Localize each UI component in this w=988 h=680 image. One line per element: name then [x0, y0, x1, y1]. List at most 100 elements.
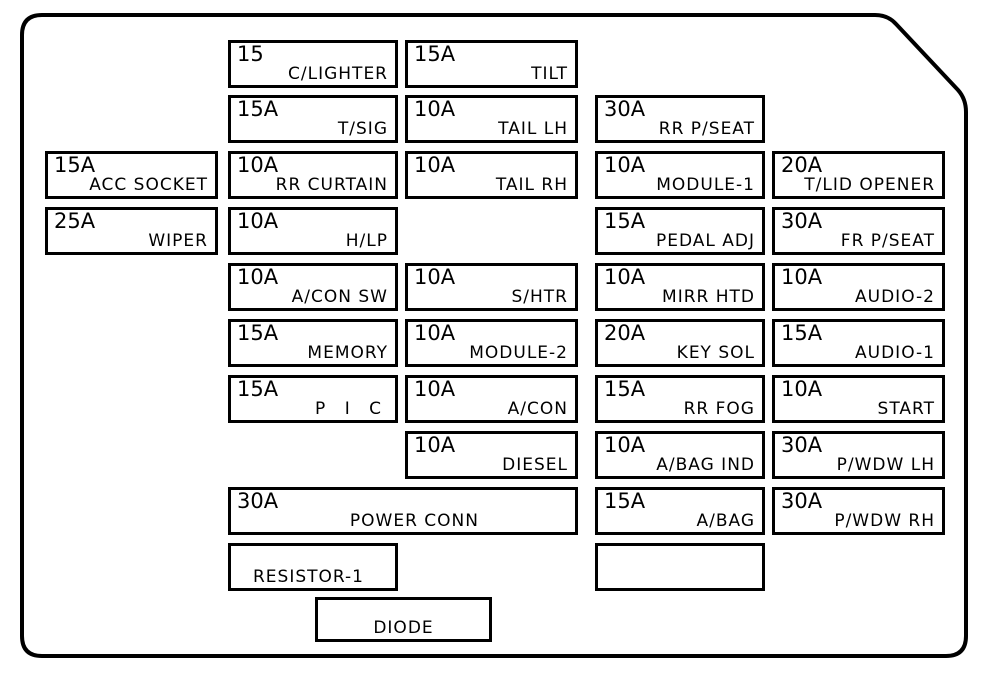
fuse-circuit-label: H/LP [345, 231, 388, 251]
fuse-circuit-label: WIPER [148, 231, 208, 251]
fuse-slot-rr-curtain[interactable]: 10A RR CURTAIN [228, 151, 398, 199]
fuse-amp-rating: 10A [414, 97, 456, 121]
fuse-slot-t-sig[interactable]: 15A T/SIG [228, 95, 398, 143]
fuse-slot-fr-p-seat[interactable]: 30A FR P/SEAT [772, 207, 945, 255]
fuse-slot-t-lid-opener[interactable]: 20A T/LID OPENER [772, 151, 945, 199]
fuse-amp-rating: 10A [414, 321, 456, 345]
fuse-slot-s-htr[interactable]: 10A S/HTR [405, 263, 578, 311]
fuse-slot-a-con[interactable]: 10A A/CON [405, 375, 578, 423]
fuse-amp-rating: 15A [237, 377, 279, 401]
fuse-amp-rating: 10A [604, 265, 646, 289]
fuse-amp-rating: 15 [237, 42, 264, 66]
fuse-slot-p-wdw-lh[interactable]: 30A P/WDW LH [772, 431, 945, 479]
fuse-slot-tilt[interactable]: 15A TILT [405, 40, 578, 88]
fuse-amp-rating: 15A [414, 42, 456, 66]
fuse-amp-rating: 15A [604, 377, 646, 401]
fuse-circuit-label: MIRR HTD [662, 287, 755, 307]
fuse-amp-rating: 10A [604, 153, 646, 177]
fuse-circuit-label: C/LIGHTER [288, 64, 388, 84]
fuse-circuit-label: POWER CONN [349, 511, 479, 531]
fuse-slot-start[interactable]: 10A START [772, 375, 945, 423]
fuse-circuit-label: ACC SOCKET [89, 175, 208, 195]
fuse-circuit-label: A/CON SW [291, 287, 388, 307]
fuse-amp-rating: 10A [414, 265, 456, 289]
fuse-amp-rating: 20A [781, 153, 823, 177]
fuse-circuit-label: KEY SOL [676, 343, 755, 363]
fuse-circuit-label: RR CURTAIN [275, 175, 388, 195]
fuse-circuit-label: TAIL RH [495, 175, 568, 195]
fuse-slot-tail-rh[interactable]: 10A TAIL RH [405, 151, 578, 199]
fuse-slot-diode[interactable]: DIODE [315, 597, 492, 642]
fuse-circuit-label: T/LID OPENER [804, 175, 935, 195]
fuse-circuit-label: A/BAG IND [656, 455, 755, 475]
fuse-slot-diesel[interactable]: 10A DIESEL [405, 431, 578, 479]
fuse-slot-c-lighter[interactable]: 15 C/LIGHTER [228, 40, 398, 88]
fuse-circuit-label: A/CON [507, 399, 568, 419]
fuse-slot-tail-lh[interactable]: 10A TAIL LH [405, 95, 578, 143]
fuse-amp-rating: 15A [781, 321, 823, 345]
fuse-amp-rating: 15A [54, 153, 96, 177]
fuse-amp-rating: 10A [414, 153, 456, 177]
fuse-slot-a-con-sw[interactable]: 10A A/CON SW [228, 263, 398, 311]
fuse-box-panel: 15 C/LIGHTER 15A TILT 15A T/SIG 10A TAIL LH 30A R… [0, 0, 988, 680]
fuse-circuit-label: DIESEL [502, 455, 568, 475]
fuse-amp-rating: 10A [781, 377, 823, 401]
fuse-slot-module-2[interactable]: 10A MODULE-2 [405, 319, 578, 367]
fuse-circuit-label: TAIL LH [498, 119, 568, 139]
fuse-amp-rating: 10A [237, 153, 279, 177]
fuse-circuit-label: A/BAG [696, 511, 755, 531]
fuse-circuit-label: MODULE-1 [656, 175, 755, 195]
fuse-circuit-label: RR FOG [683, 399, 755, 419]
fuse-circuit-label: TILT [531, 64, 568, 84]
fuse-circuit-label: DIODE [373, 618, 434, 638]
fuse-slot-key-sol[interactable]: 20A KEY SOL [595, 319, 765, 367]
fuse-slot-a-bag[interactable]: 15A A/BAG [595, 487, 765, 535]
fuse-slot-power-conn[interactable]: 30A POWER CONN [228, 487, 578, 535]
fuse-amp-rating: 30A [781, 433, 823, 457]
fuse-amp-rating: 10A [237, 265, 279, 289]
fuse-amp-rating: 15A [237, 97, 279, 121]
fuse-circuit-label: START [877, 399, 935, 419]
fuse-slot-pic[interactable]: 15A P I C [228, 375, 398, 423]
fuse-amp-rating: 10A [604, 433, 646, 457]
fuse-slot-memory[interactable]: 15A MEMORY [228, 319, 398, 367]
fuse-slot-resistor-1[interactable]: RESISTOR-1 [228, 543, 398, 591]
fuse-slot-acc-socket[interactable]: 15A ACC SOCKET [45, 151, 218, 199]
fuse-circuit-label: P/WDW LH [836, 455, 935, 475]
fuse-slot-module-1[interactable]: 10A MODULE-1 [595, 151, 765, 199]
fuse-slot-pedal-adj[interactable]: 15A PEDAL ADJ [595, 207, 765, 255]
fuse-circuit-label: P I C [315, 399, 388, 419]
fuse-slot-audio-2[interactable]: 10A AUDIO-2 [772, 263, 945, 311]
fuse-amp-rating: 20A [604, 321, 646, 345]
fuse-amp-rating: 30A [237, 489, 279, 513]
fuse-slot-rr-fog[interactable]: 15A RR FOG [595, 375, 765, 423]
fuse-circuit-label: PEDAL ADJ [655, 231, 755, 251]
fuse-slot-h-lp[interactable]: 10A H/LP [228, 207, 398, 255]
fuse-circuit-label: MEMORY [307, 343, 388, 363]
fuse-amp-rating: 15A [604, 209, 646, 233]
fuse-amp-rating: 10A [237, 209, 279, 233]
fuse-slot-blank-slot[interactable] [595, 543, 765, 591]
fuse-circuit-label: S/HTR [511, 287, 568, 307]
fuse-slot-p-wdw-rh[interactable]: 30A P/WDW RH [772, 487, 945, 535]
fuse-slot-a-bag-ind[interactable]: 10A A/BAG IND [595, 431, 765, 479]
fuse-circuit-label: P/WDW RH [834, 511, 935, 531]
fuse-circuit-label: AUDIO-2 [855, 287, 935, 307]
fuse-circuit-label: T/SIG [337, 119, 388, 139]
fuse-amp-rating: 30A [781, 489, 823, 513]
fuse-circuit-label: AUDIO-1 [855, 343, 935, 363]
fuse-circuit-label: FR P/SEAT [840, 231, 935, 251]
fuse-amp-rating: 30A [604, 97, 646, 121]
fuse-circuit-label: MODULE-2 [469, 343, 568, 363]
fuse-slot-mirr-htd[interactable]: 10A MIRR HTD [595, 263, 765, 311]
fuse-amp-rating: 15A [604, 489, 646, 513]
fuse-amp-rating: 10A [414, 377, 456, 401]
fuse-slot-wiper[interactable]: 25A WIPER [45, 207, 218, 255]
fuse-amp-rating: 10A [414, 433, 456, 457]
fuse-circuit-label: RR P/SEAT [658, 119, 755, 139]
fuse-amp-rating: 25A [54, 209, 96, 233]
fuse-slot-rr-p-seat[interactable]: 30A RR P/SEAT [595, 95, 765, 143]
fuse-amp-rating: 10A [781, 265, 823, 289]
fuse-slot-audio-1[interactable]: 15A AUDIO-1 [772, 319, 945, 367]
fuse-circuit-label: RESISTOR-1 [253, 567, 364, 587]
